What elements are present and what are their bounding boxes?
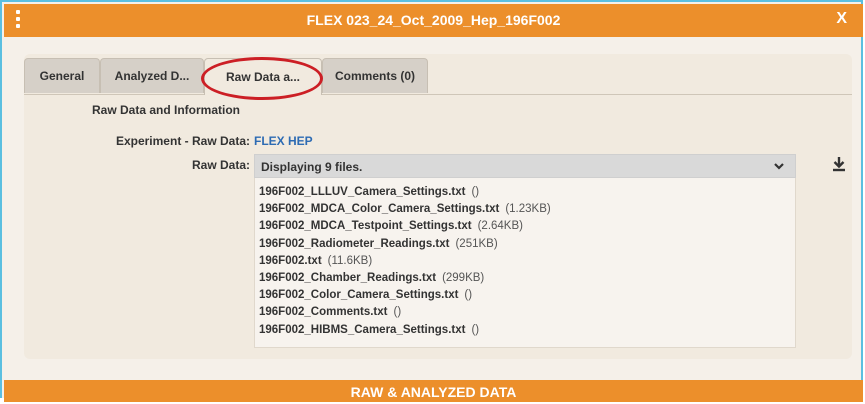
file-name: 196F002_Comments.txt [259, 306, 388, 319]
file-name: 196F002_Chamber_Readings.txt [259, 271, 437, 284]
experiment-link[interactable]: FLEX HEP [254, 134, 313, 148]
file-name: 196F002_Color_Camera_Settings.txt [259, 289, 459, 302]
tab-comments[interactable]: Comments (0) [322, 58, 428, 93]
file-name: 196F002_MDCA_Testpoint_Settings.txt [259, 220, 472, 233]
file-size: (251KB) [455, 237, 498, 250]
tab-raw-data[interactable]: Raw Data a... [204, 58, 322, 95]
experiment-label: Experiment - Raw Data: [115, 134, 250, 148]
file-size: () [471, 323, 480, 336]
file-size: (299KB) [442, 271, 485, 284]
file-item[interactable]: 196F002_Comments.txt () [255, 304, 795, 321]
file-item[interactable]: 196F002.txt (11.6KB) [255, 253, 795, 270]
modal-window: FLEX 023_24_Oct_2009_Hep_196F002 X Gener… [0, 0, 863, 402]
file-size: () [464, 289, 473, 302]
raw-data-select-value: Displaying 9 files. [261, 160, 363, 174]
tab-analyzed-data[interactable]: Analyzed D... [100, 58, 204, 93]
tab-general[interactable]: General [24, 58, 100, 93]
file-item[interactable]: 196F002_Chamber_Readings.txt (299KB) [255, 270, 795, 287]
file-name: 196F002.txt [259, 254, 322, 267]
file-size: () [393, 306, 402, 319]
download-icon[interactable] [832, 156, 846, 172]
chevron-down-icon [774, 163, 784, 170]
file-item[interactable]: 196F002_MDCA_Color_Camera_Settings.txt (1… [255, 201, 795, 218]
tab-strip: General Analyzed D... Raw Data a... Comm… [24, 54, 852, 100]
raw-data-label: Raw Data: [191, 158, 250, 172]
file-item[interactable]: 196F002_Radiometer_Readings.txt (251KB) [255, 236, 795, 253]
file-name: 196F002_Radiometer_Readings.txt [259, 237, 450, 250]
file-name: 196F002_HIBMS_Camera_Settings.txt [259, 323, 466, 336]
raw-analyzed-data-bar[interactable]: RAW & ANALYZED DATA [4, 380, 863, 402]
tab-panel: General Analyzed D... Raw Data a... Comm… [24, 54, 852, 359]
raw-data-select[interactable]: Displaying 9 files. [254, 154, 796, 178]
window-title: FLEX 023_24_Oct_2009_Hep_196F002 [306, 12, 561, 28]
file-size: (2.64KB) [477, 220, 523, 233]
section-title: Raw Data and Information [92, 103, 241, 117]
file-list: 196F002_LLLUV_Camera_Settings.txt () 196F… [254, 178, 796, 348]
file-name: 196F002_LLLUV_Camera_Settings.txt [259, 186, 466, 198]
close-button[interactable]: X [836, 10, 847, 28]
file-item[interactable]: 196F002_HIBMS_Camera_Settings.txt () [255, 322, 795, 339]
file-name: 196F002_MDCA_Color_Camera_Settings.txt [259, 203, 500, 216]
file-item[interactable]: 196F002_Color_Camera_Settings.txt () [255, 287, 795, 304]
title-bar: FLEX 023_24_Oct_2009_Hep_196F002 X [4, 4, 863, 37]
file-item[interactable]: 196F002_LLLUV_Camera_Settings.txt () [255, 184, 795, 201]
file-size: () [471, 186, 480, 198]
file-item[interactable]: 196F002_MDCA_Testpoint_Settings.txt (2.64… [255, 218, 795, 235]
file-size: (11.6KB) [327, 254, 373, 267]
file-size: (1.23KB) [505, 203, 551, 216]
